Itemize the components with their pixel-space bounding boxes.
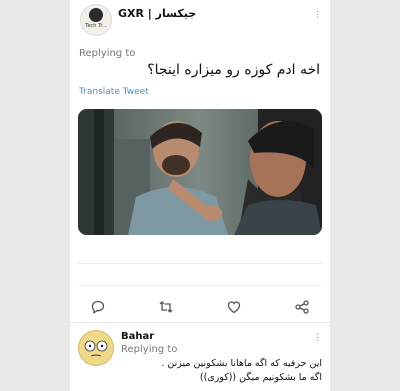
retweet-icon[interactable] bbox=[158, 299, 174, 315]
divider bbox=[78, 285, 322, 286]
media-image bbox=[78, 109, 322, 235]
more-icon[interactable]: · · · bbox=[316, 331, 320, 347]
tweet-text: اخه ادم کوزه رو میزاره اینجا؟ bbox=[147, 62, 320, 78]
replying-to-label: Replying to bbox=[79, 48, 136, 59]
avatar-face bbox=[89, 8, 103, 22]
reply-author-avatar[interactable] bbox=[78, 330, 114, 366]
reply-text: این حرفیه که اگه ماهانا بشکونین میزنن . … bbox=[122, 357, 322, 385]
avatar-face-icon bbox=[80, 332, 112, 364]
reply-line: این حرفیه که اگه ماهانا بشکونین میزنن . bbox=[161, 358, 322, 369]
more-icon[interactable]: · · · bbox=[316, 8, 320, 24]
reply-icon[interactable] bbox=[90, 299, 106, 315]
author-avatar[interactable]: Tech Tr... bbox=[80, 4, 112, 36]
tweet-card: Tech Tr... GXR | جیکسار · · · Replying to … bbox=[70, 0, 330, 391]
avatar-text: Tech Tr... bbox=[85, 23, 107, 29]
reply-replying-label: Replying to bbox=[121, 344, 178, 355]
translate-link[interactable]: Translate Tweet bbox=[79, 87, 149, 97]
author-name[interactable]: GXR | جیکسار bbox=[118, 7, 196, 20]
reply-line: اگه ما بشکونیم میگن ((کوری)) bbox=[199, 372, 322, 383]
tweet-media[interactable] bbox=[78, 109, 322, 235]
divider bbox=[70, 322, 330, 323]
reply-author-name[interactable]: Bahar bbox=[121, 331, 154, 342]
share-icon[interactable] bbox=[294, 299, 310, 315]
tweet-actions bbox=[90, 298, 310, 316]
like-icon[interactable] bbox=[226, 299, 242, 315]
divider bbox=[78, 263, 322, 264]
